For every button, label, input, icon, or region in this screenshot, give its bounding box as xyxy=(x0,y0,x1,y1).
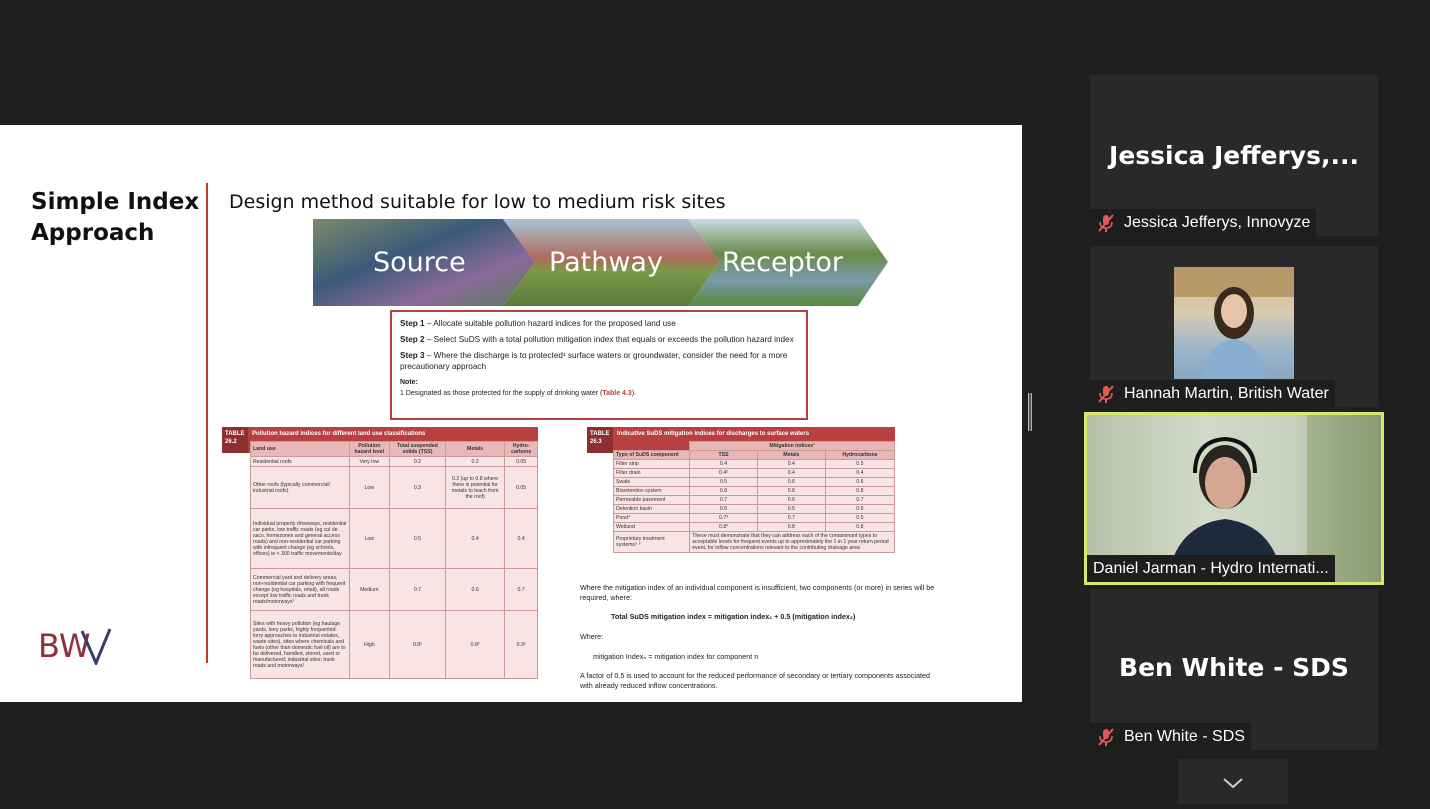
participant-tile-jessica[interactable]: Jessica Jefferys,... Jessica Jefferys, I… xyxy=(1090,75,1378,236)
note-label: Note: xyxy=(400,379,418,386)
banner-source: Source xyxy=(373,247,466,278)
steps-box: Step 1 – Allocate suitable pollution haz… xyxy=(390,310,808,420)
pollution-hazard-table: Land use Pollution hazard level Total su… xyxy=(250,441,538,679)
footnote: 1 Designated as those protected for the … xyxy=(400,390,637,397)
table-row: Detention basin 0.5 0.5 0.6 xyxy=(612,504,896,514)
where-label: Where: xyxy=(580,632,604,641)
participant-initials-name: Ben White - SDS xyxy=(1119,653,1349,682)
source-pathway-receptor-banner: Source Pathway Receptor xyxy=(313,219,888,306)
table-row: Pond⁴ 0.7³ 0.7 0.5 xyxy=(612,513,896,523)
table-row: Filter strip 0.4 0.4 0.5 xyxy=(612,459,896,469)
table-row: Wetland 0.8³ 0.8 0.8 xyxy=(612,522,896,532)
participant-name-label: Daniel Jarman - Hydro Internati... xyxy=(1087,555,1335,582)
banner-pathway: Pathway xyxy=(549,247,663,278)
participant-name-label: Ben White - SDS xyxy=(1090,723,1251,750)
table-row: Permeable pavement 0.7 0.6 0.7 xyxy=(612,495,896,505)
table-row: Sites with heavy pollution (eg haulage y… xyxy=(250,610,538,679)
muted-mic-icon xyxy=(1098,384,1114,403)
table-row: Commercial yard and delivery areas, non-… xyxy=(250,568,538,611)
where-definition: mitigation Indexₙ = mitigation index for… xyxy=(593,652,759,661)
british-water-logo: BW xyxy=(38,627,112,665)
participant-tile-ben[interactable]: Ben White - SDS Ben White - SDS xyxy=(1090,589,1378,750)
series-paragraph: Where the mitigation index of an individ… xyxy=(580,583,935,602)
participant-initials-name: Jessica Jefferys,... xyxy=(1109,141,1359,170)
table-row: Swale 0.5 0.6 0.6 xyxy=(612,477,896,487)
step-3: Step 3 – Where the discharge is to prote… xyxy=(400,351,788,371)
person-silhouette-icon xyxy=(1174,267,1294,379)
participant-tile-daniel[interactable]: Daniel Jarman - Hydro Internati... xyxy=(1084,412,1384,585)
participant-video-hannah xyxy=(1174,267,1294,379)
step-1: Step 1 – Allocate suitable pollution haz… xyxy=(400,319,676,328)
table-row: Bioretention system 0.8 0.8 0.8 xyxy=(612,486,896,496)
mitigation-indices-table: Mitigation indices¹ Type of SuDS compone… xyxy=(612,441,896,553)
factor-paragraph: A factor of 0.5 is used to account for t… xyxy=(580,671,930,690)
banner-receptor: Receptor xyxy=(722,247,844,278)
table-row: Filter drain 0.4² 0.4 0.4 xyxy=(612,468,896,478)
formula: Total SuDS mitigation index = mitigation… xyxy=(611,612,856,621)
table-row: Other roofs (typically commercial/ indus… xyxy=(250,466,538,509)
step-2: Step 2 – Select SuDS with a total pollut… xyxy=(400,335,794,344)
participant-name-label: Hannah Martin, British Water xyxy=(1090,380,1335,407)
participant-tile-hannah[interactable]: Hannah Martin, British Water xyxy=(1090,246,1378,407)
panel-resize-handle[interactable] xyxy=(1028,393,1032,431)
table-row: Proprietary treatment systems⁵ ⁶ These mu… xyxy=(612,531,895,553)
table-row: Residential roofs Very low 0.2 0.2 0.05 xyxy=(250,456,538,467)
slide-subtitle: Design method suitable for low to medium… xyxy=(229,191,726,213)
participant-name-label: Jessica Jefferys, Innovyze xyxy=(1090,209,1317,236)
chevron-down-icon xyxy=(1223,778,1243,789)
muted-mic-icon xyxy=(1098,727,1114,746)
table-row: Individual property driveways, residenti… xyxy=(250,508,538,569)
slide-title: Simple Index Approach xyxy=(31,189,200,246)
shared-slide: Simple Index Approach Design method suit… xyxy=(0,125,1022,702)
title-divider xyxy=(206,183,208,663)
muted-mic-icon xyxy=(1098,213,1114,232)
show-more-participants-button[interactable] xyxy=(1178,759,1288,804)
